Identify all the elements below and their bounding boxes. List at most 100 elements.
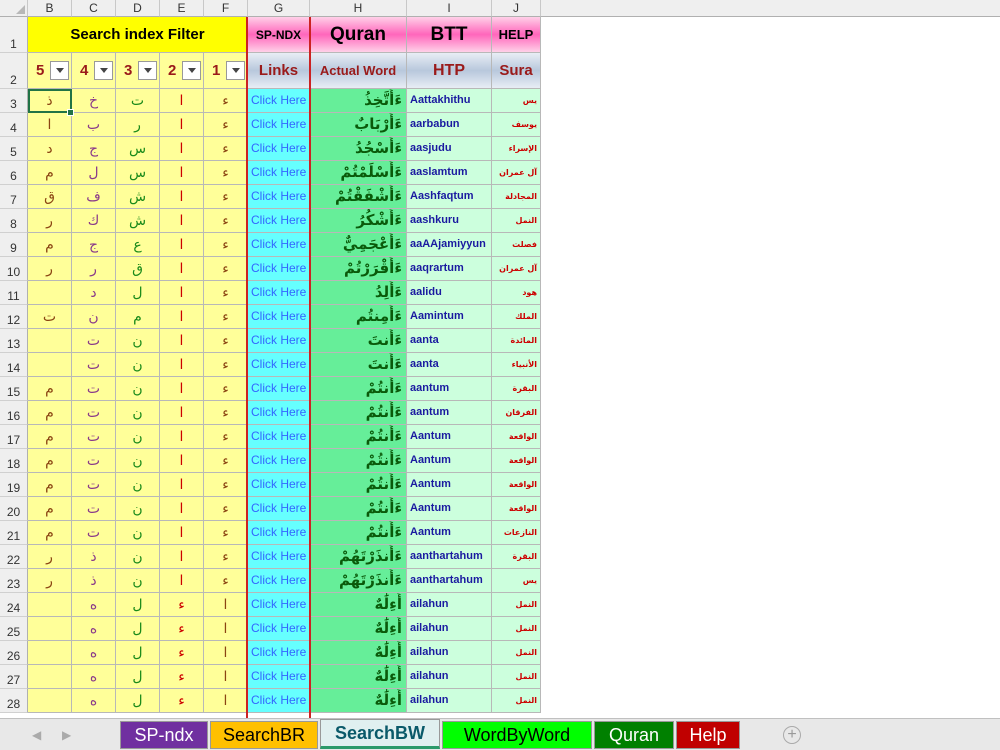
col-header-c[interactable]: C bbox=[72, 0, 116, 17]
actual-word-cell[interactable]: ءَأَنتُمْ bbox=[310, 521, 407, 545]
click-here-link[interactable]: Click Here bbox=[248, 257, 310, 281]
letter-cell-f[interactable]: ء bbox=[204, 425, 248, 449]
actual-word-cell[interactable]: ءَأَنتُمْ bbox=[310, 425, 407, 449]
htp-cell[interactable]: aantum bbox=[407, 401, 492, 425]
letter-cell-c[interactable]: ت bbox=[72, 449, 116, 473]
letter-cell-e[interactable]: ا bbox=[160, 377, 204, 401]
htp-cell[interactable]: ailahun bbox=[407, 689, 492, 713]
sheet-tab-sp-ndx[interactable]: SP-ndx bbox=[120, 721, 208, 749]
click-here-link[interactable]: Click Here bbox=[248, 521, 310, 545]
row-header[interactable]: 1 bbox=[0, 17, 28, 53]
click-here-link[interactable]: Click Here bbox=[248, 185, 310, 209]
letter-cell-c[interactable]: ذ bbox=[72, 569, 116, 593]
click-here-link[interactable]: Click Here bbox=[248, 113, 310, 137]
row-header[interactable]: 26 bbox=[0, 641, 28, 665]
sura-cell[interactable]: فصلت bbox=[492, 233, 541, 257]
letter-cell-e[interactable]: ا bbox=[160, 305, 204, 329]
letter-cell-c[interactable]: ت bbox=[72, 425, 116, 449]
letter-cell-c[interactable]: ك bbox=[72, 209, 116, 233]
actual-word-cell[interactable]: ءَأَلِدُ bbox=[310, 281, 407, 305]
row-header[interactable]: 22 bbox=[0, 545, 28, 569]
click-here-link[interactable]: Click Here bbox=[248, 281, 310, 305]
htp-cell[interactable]: Aamintum bbox=[407, 305, 492, 329]
htp-cell[interactable]: aaslamtum bbox=[407, 161, 492, 185]
sura-cell[interactable]: آل عمران bbox=[492, 161, 541, 185]
letter-cell-c[interactable]: ف bbox=[72, 185, 116, 209]
sura-cell[interactable]: يس bbox=[492, 89, 541, 113]
letter-cell-c[interactable]: د bbox=[72, 281, 116, 305]
actual-word-cell[interactable]: ءَأَشْكُرُ bbox=[310, 209, 407, 233]
letter-cell-b[interactable]: ق bbox=[28, 185, 72, 209]
letter-cell-e[interactable]: ا bbox=[160, 257, 204, 281]
letter-cell-c[interactable]: ل bbox=[72, 161, 116, 185]
sura-cell[interactable]: يوسف bbox=[492, 113, 541, 137]
actual-word-cell[interactable]: ءَأَنتُمْ bbox=[310, 377, 407, 401]
help-header-button[interactable]: HELP bbox=[492, 17, 541, 53]
letter-cell-e[interactable]: ا bbox=[160, 233, 204, 257]
sura-cell[interactable]: آل عمران bbox=[492, 257, 541, 281]
letter-cell-e[interactable]: ء bbox=[160, 617, 204, 641]
sura-cell[interactable]: النازعات bbox=[492, 521, 541, 545]
letter-cell-f[interactable]: ا bbox=[204, 689, 248, 713]
row-header[interactable]: 10 bbox=[0, 257, 28, 281]
letter-cell-f[interactable]: ء bbox=[204, 569, 248, 593]
sp-ndx-header-button[interactable]: SP-NDX bbox=[248, 17, 310, 53]
letter-cell-d[interactable]: ل bbox=[116, 689, 160, 713]
letter-cell-b[interactable]: م bbox=[28, 401, 72, 425]
click-here-link[interactable]: Click Here bbox=[248, 137, 310, 161]
row-header[interactable]: 11 bbox=[0, 281, 28, 305]
htp-cell[interactable]: Aantum bbox=[407, 473, 492, 497]
letter-cell-d[interactable]: ل bbox=[116, 665, 160, 689]
letter-cell-d[interactable]: ل bbox=[116, 641, 160, 665]
htp-cell[interactable]: Aantum bbox=[407, 497, 492, 521]
actual-word-cell[interactable]: ءَأَسْجُدُ bbox=[310, 137, 407, 161]
letter-cell-c[interactable]: ت bbox=[72, 473, 116, 497]
letter-cell-b[interactable]: ر bbox=[28, 569, 72, 593]
letter-cell-f[interactable]: ء bbox=[204, 89, 248, 113]
letter-cell-b[interactable]: ر bbox=[28, 257, 72, 281]
letter-cell-d[interactable]: م bbox=[116, 305, 160, 329]
letter-cell-e[interactable]: ا bbox=[160, 569, 204, 593]
letter-cell-f[interactable]: ا bbox=[204, 665, 248, 689]
sura-cell[interactable]: البقرة bbox=[492, 545, 541, 569]
letter-cell-b[interactable] bbox=[28, 329, 72, 353]
letter-cell-e[interactable]: ء bbox=[160, 641, 204, 665]
row-header[interactable]: 5 bbox=[0, 137, 28, 161]
sura-cell[interactable]: النمل bbox=[492, 641, 541, 665]
row-header[interactable]: 14 bbox=[0, 353, 28, 377]
htp-cell[interactable]: aashkuru bbox=[407, 209, 492, 233]
letter-cell-f[interactable]: ء bbox=[204, 497, 248, 521]
letter-cell-d[interactable]: ش bbox=[116, 185, 160, 209]
htp-cell[interactable]: aanta bbox=[407, 329, 492, 353]
click-here-link[interactable]: Click Here bbox=[248, 641, 310, 665]
letter-cell-f[interactable]: ء bbox=[204, 329, 248, 353]
sura-cell[interactable]: النمل bbox=[492, 617, 541, 641]
htp-cell[interactable]: aantum bbox=[407, 377, 492, 401]
sura-cell[interactable]: النمل bbox=[492, 209, 541, 233]
letter-cell-e[interactable]: ا bbox=[160, 497, 204, 521]
letter-cell-b[interactable]: م bbox=[28, 161, 72, 185]
letter-cell-c[interactable]: ج bbox=[72, 233, 116, 257]
row-header[interactable]: 9 bbox=[0, 233, 28, 257]
row-header[interactable]: 19 bbox=[0, 473, 28, 497]
actual-word-cell[interactable]: ءَأَنتَ bbox=[310, 353, 407, 377]
letter-cell-d[interactable]: ن bbox=[116, 521, 160, 545]
actual-word-cell[interactable]: أَءِلَٰهٌ bbox=[310, 593, 407, 617]
sura-cell[interactable]: يس bbox=[492, 569, 541, 593]
sura-cell[interactable]: المائدة bbox=[492, 329, 541, 353]
actual-word-cell[interactable]: ءَأَنتُمْ bbox=[310, 401, 407, 425]
quran-header-button[interactable]: Quran bbox=[310, 17, 407, 53]
letter-cell-f[interactable]: ء bbox=[204, 185, 248, 209]
letter-cell-c[interactable]: ن bbox=[72, 305, 116, 329]
letter-cell-d[interactable]: ت bbox=[116, 89, 160, 113]
click-here-link[interactable]: Click Here bbox=[248, 593, 310, 617]
row-header[interactable]: 21 bbox=[0, 521, 28, 545]
letter-cell-d[interactable]: ن bbox=[116, 377, 160, 401]
letter-cell-f[interactable]: ء bbox=[204, 473, 248, 497]
htp-cell[interactable]: aalidu bbox=[407, 281, 492, 305]
actual-word-cell[interactable]: أَءِلَٰهٌ bbox=[310, 665, 407, 689]
click-here-link[interactable]: Click Here bbox=[248, 617, 310, 641]
click-here-link[interactable]: Click Here bbox=[248, 89, 310, 113]
sura-cell[interactable]: الواقعة bbox=[492, 425, 541, 449]
letter-cell-e[interactable]: ا bbox=[160, 353, 204, 377]
